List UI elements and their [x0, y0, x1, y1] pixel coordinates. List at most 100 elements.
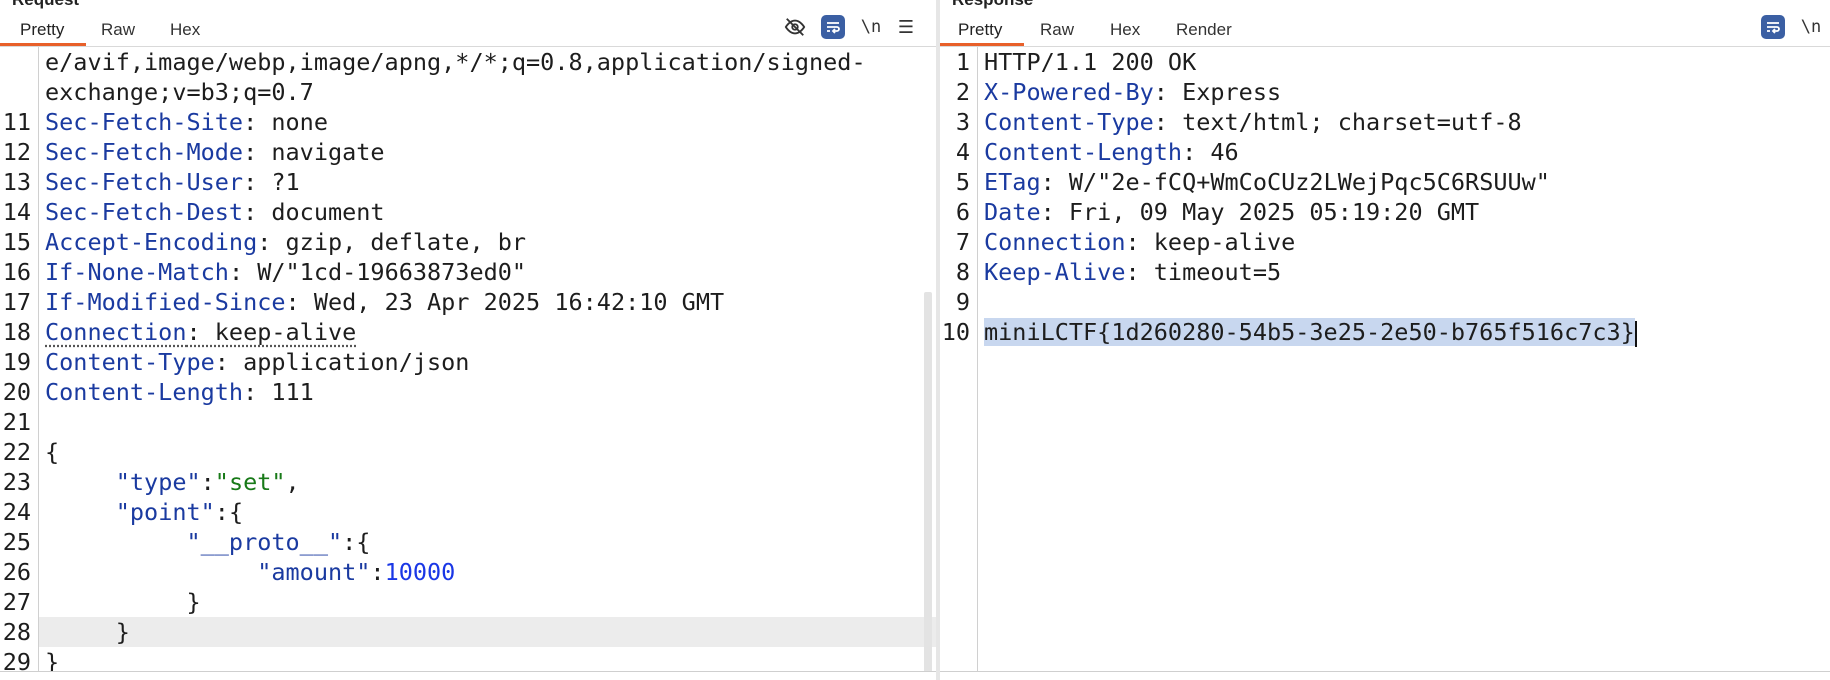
tab-pretty[interactable]: Pretty	[940, 20, 1026, 46]
code-token: e/avif,image/webp,image/apng,*/*;q=0.8,a…	[45, 48, 866, 76]
line-number: 1	[955, 48, 970, 76]
tab-pretty[interactable]: Pretty	[0, 20, 88, 46]
code-line[interactable]: 2 X-Powered-By: Express	[940, 77, 1830, 107]
code-token: :	[370, 558, 385, 586]
line-number: 5	[955, 168, 970, 196]
response-editor[interactable]: 1 HTTP/1.1 200 OK 2 X-Powered-By: Express 3 C…	[940, 47, 1830, 680]
menu-icon[interactable]: ☰	[893, 14, 919, 40]
code-token: Connection	[45, 318, 187, 346]
horizontal-scrollbar[interactable]	[940, 671, 1830, 680]
code-line[interactable]: 28 }	[3, 617, 936, 647]
line-number: 20	[2, 378, 31, 406]
code-token: If-Modified-Since	[45, 288, 286, 316]
code-line[interactable]: 26 "amount":10000	[0, 557, 936, 587]
code-line[interactable]: 1 HTTP/1.1 200 OK	[940, 47, 1830, 77]
code-token: "set"	[214, 468, 286, 496]
line-content: }	[45, 587, 200, 617]
code-token: :{	[342, 528, 371, 556]
code-token: : 46	[1182, 138, 1239, 166]
code-line[interactable]: 7 Connection: keep-alive	[940, 227, 1830, 257]
tab-hex[interactable]: Hex	[1110, 20, 1140, 46]
line-content: ETag: W/"2e-fCQ+WmCoCUz2LWejPqc5C6RSUUw"	[984, 167, 1550, 197]
line-content: Content-Length: 111	[45, 377, 314, 407]
line-number: 8	[955, 258, 970, 286]
code-token: : navigate	[243, 138, 385, 166]
line-number: 7	[955, 228, 970, 256]
line-number: 3	[955, 108, 970, 136]
code-line[interactable]: 15 Accept-Encoding: gzip, deflate, br	[0, 227, 936, 257]
code-token: Sec-Fetch-Dest	[45, 198, 244, 226]
line-content: "__proto__":{	[45, 527, 370, 557]
code-line[interactable]: 17 If-Modified-Since: Wed, 23 Apr 2025 16…	[0, 287, 936, 317]
code-line[interactable]: 14 Sec-Fetch-Dest: document	[0, 197, 936, 227]
line-content: }	[45, 617, 130, 647]
response-tabbar: Pretty Raw Hex Render \n	[940, 0, 1830, 47]
line-number: 18	[2, 318, 31, 346]
code-line[interactable]: 9	[940, 287, 1830, 317]
code-line[interactable]: 24 "point":{	[0, 497, 936, 527]
code-line[interactable]: e/avif,image/webp,image/apng,*/*;q=0.8,a…	[0, 47, 936, 77]
code-token: Keep-Alive	[984, 258, 1126, 286]
line-content: If-None-Match: W/"1cd-19663873ed0"	[45, 257, 526, 287]
code-line[interactable]: 21	[0, 407, 936, 437]
line-content: e/avif,image/webp,image/apng,*/*;q=0.8,a…	[45, 47, 866, 77]
code-line[interactable]: 12 Sec-Fetch-Mode: navigate	[0, 137, 936, 167]
line-number: 26	[2, 558, 31, 586]
code-line[interactable]: 20 Content-Length: 111	[0, 377, 936, 407]
code-line[interactable]: 10 miniLCTF{1d260280-54b5-3e25-2e50-b765f…	[940, 317, 1830, 347]
line-content: Sec-Fetch-User: ?1	[45, 167, 300, 197]
request-editor[interactable]: e/avif,image/webp,image/apng,*/*;q=0.8,a…	[0, 47, 936, 680]
tab-hex[interactable]: Hex	[170, 20, 200, 46]
code-line[interactable]: 16 If-None-Match: W/"1cd-19663873ed0"	[0, 257, 936, 287]
line-number: 17	[2, 288, 31, 316]
code-token: :{	[214, 498, 244, 526]
line-number: 16	[2, 258, 31, 286]
code-line[interactable]: 25 "__proto__":{	[0, 527, 936, 557]
code-line[interactable]: 3 Content-Type: text/html; charset=utf-8	[940, 107, 1830, 137]
code-line[interactable]: 19 Content-Type: application/json	[0, 347, 936, 377]
code-line[interactable]: 13 Sec-Fetch-User: ?1	[0, 167, 936, 197]
response-pane: Response Pretty Raw Hex Render \n 1HTTP/…	[940, 0, 1830, 680]
vertical-scrollbar[interactable]	[924, 292, 932, 680]
newline-toggle[interactable]: \n	[1798, 14, 1824, 40]
tab-raw[interactable]: Raw	[1040, 20, 1074, 46]
code-token: : application/json	[214, 348, 470, 376]
code-token: {	[45, 438, 60, 466]
newline-toggle[interactable]: \n	[858, 14, 884, 40]
response-code[interactable]: 1 HTTP/1.1 200 OK 2 X-Powered-By: Express 3 C…	[940, 47, 1830, 347]
code-token: Content-Type	[45, 348, 215, 376]
line-number: 15	[2, 228, 31, 256]
wrap-icon[interactable]	[1761, 15, 1785, 39]
line-number: 11	[2, 108, 31, 136]
tab-raw[interactable]: Raw	[101, 20, 135, 46]
code-line[interactable]: 5 ETag: W/"2e-fCQ+WmCoCUz2LWejPqc5C6RSUUw…	[940, 167, 1830, 197]
code-token: X-Powered-By	[984, 78, 1154, 106]
line-content: X-Powered-By: Express	[984, 77, 1281, 107]
tab-render[interactable]: Render	[1176, 20, 1232, 46]
code-line[interactable]: 4 Content-Length: 46	[940, 137, 1830, 167]
code-line[interactable]: 22 {	[0, 437, 936, 467]
eye-slash-icon[interactable]	[782, 14, 808, 40]
code-token: Date	[984, 198, 1041, 226]
line-content: {	[45, 437, 59, 467]
code-line[interactable]: 23 "type":"set",	[0, 467, 936, 497]
code-line[interactable]: 18 Connection: keep-alive	[0, 317, 936, 347]
line-content: Sec-Fetch-Site: none	[45, 107, 328, 137]
request-code[interactable]: e/avif,image/webp,image/apng,*/*;q=0.8,a…	[0, 47, 936, 677]
code-line[interactable]: exchange;v=b3;q=0.7	[0, 77, 936, 107]
horizontal-scrollbar[interactable]	[0, 671, 936, 680]
wrap-icon[interactable]	[821, 15, 845, 39]
line-content: miniLCTF{1d260280-54b5-3e25-2e50-b765f51…	[984, 317, 1637, 347]
code-token: Connection	[984, 228, 1126, 256]
code-token: : W/"1cd-19663873ed0"	[228, 258, 527, 286]
request-pane: Request Pretty Raw Hex \n ☰ e/avif,image…	[0, 0, 936, 680]
line-number: 2	[955, 78, 970, 106]
line-number: 23	[2, 468, 31, 496]
code-line[interactable]: 6 Date: Fri, 09 May 2025 05:19:20 GMT	[940, 197, 1830, 227]
code-line[interactable]: 11 Sec-Fetch-Site: none	[0, 107, 936, 137]
code-line[interactable]: 8 Keep-Alive: timeout=5	[940, 257, 1830, 287]
code-line[interactable]: 27 }	[0, 587, 936, 617]
code-token: Content-Length	[984, 138, 1183, 166]
